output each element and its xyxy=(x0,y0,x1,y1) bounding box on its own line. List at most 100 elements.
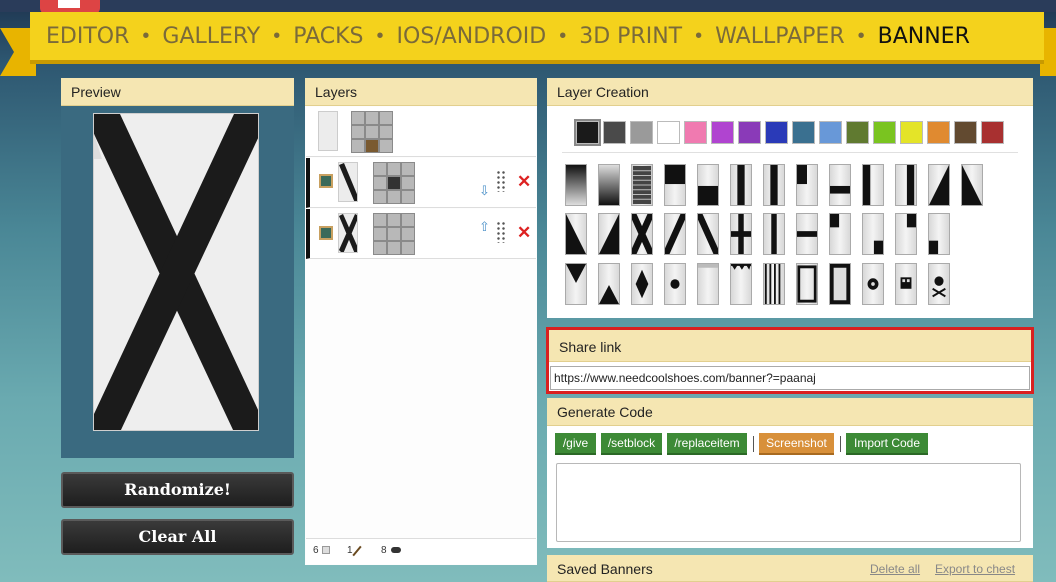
color-swatch[interactable] xyxy=(684,121,707,144)
color-swatch[interactable] xyxy=(738,121,761,144)
layer-settings-icon[interactable] xyxy=(319,226,333,240)
pattern-tile[interactable] xyxy=(631,213,653,255)
nav-editor[interactable]: EDITOR xyxy=(46,24,129,49)
color-swatch[interactable] xyxy=(873,121,896,144)
setblock-button[interactable]: /setblock xyxy=(601,433,662,455)
pattern-tile[interactable] xyxy=(631,164,653,206)
nav-gallery[interactable]: GALLERY xyxy=(162,24,260,49)
top-bar xyxy=(0,0,1056,12)
pattern-tile[interactable] xyxy=(895,263,917,305)
delete-layer-icon[interactable]: ✕ xyxy=(517,172,531,192)
nav-3d-print[interactable]: 3D PRINT xyxy=(579,24,682,49)
color-swatch[interactable] xyxy=(711,121,734,144)
pattern-tile[interactable] xyxy=(664,164,686,206)
main-nav: EDITOR • GALLERY • PACKS • IOS/ANDROID • 3D … xyxy=(30,12,1044,64)
pattern-tile[interactable] xyxy=(928,213,950,255)
share-link-title: Share link xyxy=(549,330,1031,362)
screenshot-button[interactable]: Screenshot xyxy=(759,433,834,455)
pattern-tile[interactable] xyxy=(565,213,587,255)
pattern-tile[interactable] xyxy=(730,164,752,206)
pattern-tile[interactable] xyxy=(631,263,653,305)
pattern-tile[interactable] xyxy=(862,263,884,305)
drag-handle-icon[interactable] xyxy=(496,170,506,192)
delete-layer-icon[interactable]: ✕ xyxy=(517,223,531,243)
color-swatch[interactable] xyxy=(819,121,842,144)
code-textarea[interactable] xyxy=(556,463,1021,542)
banner-preview-image xyxy=(94,114,258,430)
pattern-tile[interactable] xyxy=(829,263,851,305)
pattern-tile[interactable] xyxy=(664,263,686,305)
color-swatch[interactable] xyxy=(630,121,653,144)
pattern-tile[interactable] xyxy=(796,213,818,255)
move-down-icon[interactable]: ⇩ xyxy=(479,183,490,199)
pattern-tile[interactable] xyxy=(565,263,587,305)
pattern-tile[interactable] xyxy=(895,213,917,255)
color-swatch[interactable] xyxy=(900,121,923,144)
palette-divider xyxy=(562,152,1018,153)
move-up-icon[interactable]: ⇧ xyxy=(479,219,490,235)
color-swatch[interactable] xyxy=(846,121,869,144)
layers-title: Layers xyxy=(305,78,537,106)
import-code-button[interactable]: Import Code xyxy=(846,433,928,455)
pattern-tile[interactable] xyxy=(730,213,752,255)
wool-icon xyxy=(322,546,330,554)
pattern-tile[interactable] xyxy=(796,164,818,206)
nav-ios-android[interactable]: IOS/ANDROID xyxy=(397,24,547,49)
pattern-tile[interactable] xyxy=(928,164,950,206)
color-swatch[interactable] xyxy=(574,119,601,146)
pattern-tile[interactable] xyxy=(796,263,818,305)
pattern-tile[interactable] xyxy=(598,164,620,206)
replaceitem-button[interactable]: /replaceitem xyxy=(667,433,747,455)
randomize-button[interactable]: Randomize! xyxy=(61,472,294,508)
pattern-tile[interactable] xyxy=(730,263,752,305)
color-swatch[interactable] xyxy=(981,121,1004,144)
base-recipe-icon xyxy=(351,111,393,153)
layer-row-base[interactable] xyxy=(306,107,536,157)
pattern-tile[interactable] xyxy=(598,213,620,255)
preview-title: Preview xyxy=(61,78,294,106)
pattern-tile[interactable] xyxy=(862,164,884,206)
pattern-tile[interactable] xyxy=(697,164,719,206)
button-separator xyxy=(840,436,841,452)
nav-banner[interactable]: BANNER xyxy=(878,24,970,49)
pattern-tile[interactable] xyxy=(829,213,851,255)
color-swatch[interactable] xyxy=(657,121,680,144)
pattern-tile[interactable] xyxy=(664,213,686,255)
pattern-tile[interactable] xyxy=(763,164,785,206)
banner-preview xyxy=(93,113,259,431)
pattern-tile[interactable] xyxy=(829,164,851,206)
layer-1-recipe-icon xyxy=(373,162,415,204)
color-swatch[interactable] xyxy=(954,121,977,144)
pattern-tile[interactable] xyxy=(697,263,719,305)
pattern-tile[interactable] xyxy=(763,263,785,305)
pattern-tile[interactable] xyxy=(763,213,785,255)
nav-packs[interactable]: PACKS xyxy=(293,24,363,49)
pattern-tile[interactable] xyxy=(895,164,917,206)
dye-count: 8 xyxy=(381,545,387,556)
export-to-chest-link[interactable]: Export to chest xyxy=(935,562,1015,576)
color-swatch[interactable] xyxy=(603,121,626,144)
pattern-tile[interactable] xyxy=(565,164,587,206)
color-swatch[interactable] xyxy=(927,121,950,144)
pattern-tile[interactable] xyxy=(862,213,884,255)
color-swatch[interactable] xyxy=(765,121,788,144)
pattern-tile[interactable] xyxy=(697,213,719,255)
layer-settings-icon[interactable] xyxy=(319,174,333,188)
clear-all-button[interactable]: Clear All xyxy=(61,519,294,555)
base-banner-thumb xyxy=(318,111,338,151)
wool-count: 6 xyxy=(313,545,319,556)
give-button[interactable]: /give xyxy=(555,433,596,455)
delete-all-link[interactable]: Delete all xyxy=(870,562,920,576)
site-logo-mark xyxy=(58,0,80,8)
generate-code-title: Generate Code xyxy=(547,398,1033,426)
share-link-field[interactable]: https://www.needcoolshoes.com/banner?=pa… xyxy=(550,366,1030,390)
layer-creation-title: Layer Creation xyxy=(547,78,1033,106)
color-swatch[interactable] xyxy=(792,121,815,144)
layer-1-thumb xyxy=(338,162,358,202)
pattern-tile[interactable] xyxy=(598,263,620,305)
pattern-tile[interactable] xyxy=(961,164,983,206)
drag-handle-icon[interactable] xyxy=(496,221,506,243)
nav-wallpaper[interactable]: WALLPAPER xyxy=(715,24,844,49)
pattern-tile[interactable] xyxy=(928,263,950,305)
layer-2-thumb xyxy=(338,213,358,253)
